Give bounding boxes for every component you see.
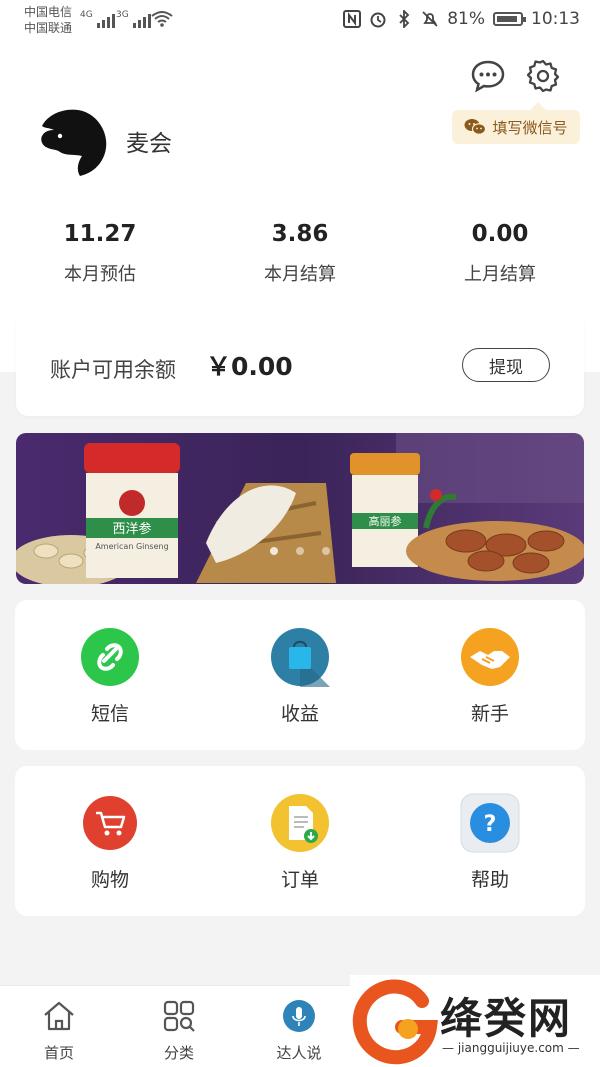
grid-label: 短信: [90, 703, 129, 725]
link-icon: [81, 628, 139, 686]
nav-talent-talk[interactable]: 达人说: [259, 998, 339, 1063]
stat-last-month-settled[interactable]: 0.00 上月结算: [400, 218, 600, 286]
mute-bell-icon: [422, 11, 438, 27]
stat-month-estimate[interactable]: 11.27 本月预估: [0, 218, 200, 286]
wechat-icon: [464, 119, 487, 135]
nav-label: 达人说: [276, 1044, 322, 1062]
message-icon[interactable]: [470, 58, 506, 94]
grid-label: 订单: [280, 869, 319, 891]
nav-label: 分类: [163, 1044, 194, 1062]
carrier-1: 中国电信: [24, 5, 73, 19]
carrier-2: 中国联通: [24, 21, 73, 35]
grid-item-earnings[interactable]: 收益: [205, 600, 395, 750]
avatar[interactable]: [34, 100, 112, 178]
cart-icon: [83, 796, 137, 850]
grid-item-orders[interactable]: 订单: [205, 766, 395, 916]
stat-value: 0.00: [471, 221, 529, 247]
grid-item-help[interactable]: ? 帮助: [395, 766, 585, 916]
nfc-icon: [343, 10, 362, 28]
stat-label: 本月预估: [64, 264, 136, 285]
withdraw-button[interactable]: 提现: [462, 348, 550, 382]
question-icon: ?: [460, 793, 520, 853]
earnings-stats: 11.27 本月预估 3.86 本月结算 0.00 上月结算: [0, 218, 600, 286]
handshake-icon: [461, 628, 519, 686]
horse-logo-icon: [35, 101, 111, 177]
balance-amount: ￥0.00: [206, 352, 293, 381]
watermark-url-text: jiangguijiuye.com: [457, 1041, 564, 1055]
wechat-prompt-label: 填写微信号: [492, 118, 568, 137]
stat-value: 3.86: [271, 221, 329, 247]
bag-icon: [271, 628, 330, 687]
carrier-labels: 中国电信 中国联通: [24, 4, 72, 36]
signal-3g-icon: 3G: [116, 10, 151, 28]
watermark-text: 绛癸网: [440, 994, 573, 1043]
banner-image: 西洋参 American Ginseng 高丽参: [16, 433, 584, 584]
grid-label: 新手: [470, 703, 509, 725]
clock-time: 10:13: [531, 9, 580, 29]
feature-grid-1: 短信 收益 新手: [15, 600, 585, 750]
banner-product-2: 高丽参: [369, 514, 402, 528]
username: 麦会: [126, 131, 172, 157]
promo-banner[interactable]: 西洋参 American Ginseng 高丽参: [16, 433, 584, 584]
balance-card: 账户可用余额 ￥0.00 提现: [16, 316, 584, 416]
banner-product-1-sub: American Ginseng: [95, 542, 168, 551]
alarm-icon: [370, 12, 386, 28]
nav-category[interactable]: 分类: [139, 998, 219, 1063]
stat-label: 本月结算: [264, 264, 336, 285]
watermark: 绛癸网 — jiangguijiuye.com —: [350, 975, 600, 1067]
battery-icon: [493, 12, 526, 26]
status-right: 81% 10:13: [343, 9, 580, 29]
home-icon: [44, 1001, 74, 1031]
feature-grid-2: 购物 订单 ? 帮助: [15, 766, 585, 916]
category-icon: [163, 1000, 195, 1032]
banner-product-1: 西洋参: [112, 521, 151, 537]
balance-label: 账户可用余额: [50, 358, 176, 382]
grid-item-newbie[interactable]: 新手: [395, 600, 585, 750]
stat-label: 上月结算: [464, 264, 536, 285]
grid-label: 帮助: [470, 869, 509, 891]
battery-percent: 81%: [447, 9, 485, 29]
grid-item-sms[interactable]: 短信: [15, 600, 205, 750]
grid-label: 购物: [90, 869, 129, 891]
watermark-logo-icon: [352, 979, 438, 1065]
gear-icon[interactable]: [525, 58, 561, 94]
fill-wechat-button[interactable]: 填写微信号: [452, 102, 580, 144]
stat-month-settled[interactable]: 3.86 本月结算: [200, 218, 400, 286]
microphone-icon: [283, 1000, 315, 1032]
document-icon: [271, 794, 329, 852]
watermark-url: — jiangguijiuye.com —: [442, 1041, 580, 1055]
wifi-icon: [151, 11, 173, 27]
network-type-1: 4G: [80, 10, 93, 20]
network-type-2: 3G: [116, 10, 129, 20]
grid-item-shopping[interactable]: 购物: [15, 766, 205, 916]
svg-text:?: ?: [484, 812, 497, 837]
stat-value: 11.27: [63, 221, 137, 247]
status-bar: 中国电信 中国联通 4G 3G 81% 10:13: [0, 0, 600, 40]
grid-label: 收益: [280, 703, 319, 725]
nav-label: 首页: [43, 1044, 74, 1062]
bluetooth-icon: [399, 10, 410, 28]
signal-4g-icon: 4G: [80, 10, 115, 28]
nav-home[interactable]: 首页: [19, 998, 99, 1063]
